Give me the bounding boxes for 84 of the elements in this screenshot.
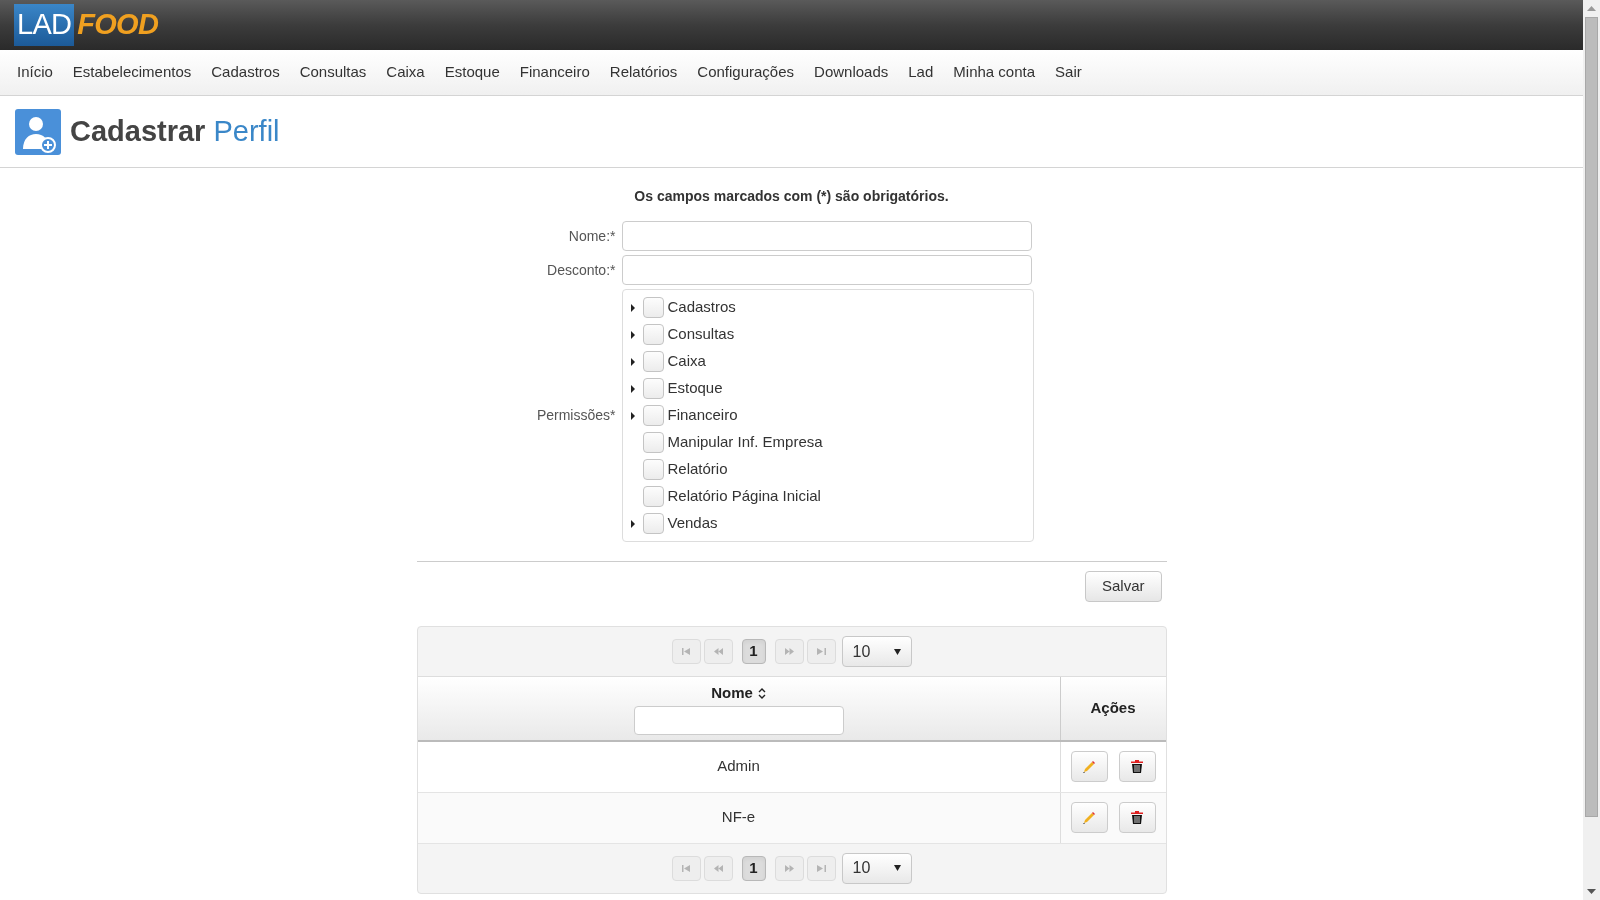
delete-button[interactable] bbox=[1118, 751, 1156, 782]
nav-link[interactable]: Estoque bbox=[434, 61, 510, 84]
first-page-icon bbox=[681, 864, 691, 872]
pencil-icon bbox=[1082, 810, 1096, 825]
checkbox[interactable] bbox=[642, 378, 664, 399]
filter-input[interactable] bbox=[633, 705, 844, 735]
permission-label: Cadastros bbox=[667, 297, 736, 318]
edit-button[interactable] bbox=[1070, 751, 1108, 782]
scrollbar-thumb[interactable] bbox=[1585, 17, 1598, 817]
nav-link[interactable]: Minha conta bbox=[943, 61, 1046, 84]
checkbox[interactable] bbox=[642, 432, 664, 453]
field-label: Desconto:* bbox=[546, 260, 617, 280]
previous-page-icon bbox=[713, 648, 723, 655]
nav-link[interactable]: Lad bbox=[898, 61, 944, 84]
first-page-button[interactable] bbox=[671, 639, 701, 664]
dropdown-caret-icon bbox=[893, 865, 901, 871]
permission-label: Financeiro bbox=[667, 405, 738, 426]
last-page-button[interactable] bbox=[806, 855, 836, 881]
checkbox[interactable] bbox=[642, 324, 664, 345]
previous-page-icon bbox=[713, 864, 723, 872]
trash-icon bbox=[1131, 760, 1143, 773]
expand-arrow-icon[interactable] bbox=[630, 357, 635, 366]
delete-button[interactable] bbox=[1118, 802, 1156, 833]
next-page-icon bbox=[784, 648, 794, 655]
permission-label: Estoque bbox=[667, 378, 723, 399]
checkbox[interactable] bbox=[642, 297, 664, 318]
page-size-select[interactable]: 10 bbox=[841, 636, 912, 667]
nav-link[interactable]: Sair bbox=[1045, 61, 1092, 84]
table-cell-text: Admin bbox=[717, 756, 760, 777]
nav-link[interactable]: Cadastros bbox=[201, 61, 290, 84]
permission-label: Vendas bbox=[667, 513, 718, 534]
checkbox[interactable] bbox=[642, 459, 664, 480]
column-header[interactable]: Nome bbox=[711, 682, 753, 705]
nav-link[interactable]: Financeiro bbox=[509, 61, 600, 84]
nav-link[interactable]: Configurações bbox=[687, 61, 805, 84]
checkbox[interactable] bbox=[642, 486, 664, 507]
page-button[interactable]: 1 bbox=[741, 855, 766, 881]
permission-label: Relatório bbox=[667, 459, 728, 480]
column-header: Ações bbox=[1090, 698, 1136, 718]
last-page-icon bbox=[816, 648, 826, 655]
next-page-icon bbox=[784, 864, 794, 872]
sort-icon[interactable] bbox=[757, 687, 766, 699]
user-add-icon bbox=[15, 108, 61, 155]
checkbox[interactable] bbox=[642, 513, 664, 534]
previous-page-button[interactable] bbox=[703, 639, 733, 664]
next-page-button[interactable] bbox=[774, 639, 804, 664]
first-page-icon bbox=[681, 648, 691, 655]
logo[interactable]: LAD FOOD bbox=[14, 4, 159, 46]
expand-arrow-icon[interactable] bbox=[630, 519, 635, 528]
nav-link[interactable]: Estabelecimentos bbox=[62, 61, 202, 84]
checkbox[interactable] bbox=[642, 351, 664, 372]
first-page-button[interactable] bbox=[671, 855, 701, 881]
field-label: Nome:* bbox=[567, 226, 617, 246]
last-page-icon bbox=[816, 864, 826, 872]
nav-link[interactable]: Downloads bbox=[804, 61, 899, 84]
last-page-button[interactable] bbox=[806, 639, 836, 664]
nav-link[interactable]: Relatórios bbox=[599, 61, 688, 84]
page-button[interactable]: 1 bbox=[741, 639, 766, 664]
expand-arrow-icon[interactable] bbox=[630, 384, 635, 393]
required-fields-notice: Os campos marcados com (*) são obrigatórios. bbox=[633, 187, 950, 206]
permission-label: Consultas bbox=[667, 324, 735, 345]
permission-label: Relatório Página Inicial bbox=[667, 486, 821, 507]
permission-label: Manipular Inf. Empresa bbox=[667, 432, 823, 453]
text-input[interactable] bbox=[621, 221, 1032, 251]
checkbox[interactable] bbox=[642, 405, 664, 426]
save-button[interactable]: Salvar bbox=[1084, 571, 1162, 602]
previous-page-button[interactable] bbox=[703, 855, 733, 881]
page-size-select[interactable]: 10 bbox=[841, 852, 912, 884]
next-page-button[interactable] bbox=[774, 855, 804, 881]
expand-arrow-icon[interactable] bbox=[630, 303, 635, 312]
nav-link[interactable]: Consultas bbox=[289, 61, 377, 84]
permission-label: Caixa bbox=[667, 351, 706, 372]
nav-link[interactable]: Início bbox=[7, 61, 63, 84]
expand-arrow-icon[interactable] bbox=[630, 330, 635, 339]
expand-arrow-icon[interactable] bbox=[630, 411, 635, 420]
field-label: Permissões* bbox=[535, 406, 617, 425]
nav-link[interactable]: Caixa bbox=[376, 61, 435, 84]
page-title: Cadastrar Perfil bbox=[70, 113, 280, 149]
trash-icon bbox=[1131, 811, 1143, 824]
pencil-icon bbox=[1082, 759, 1096, 774]
edit-button[interactable] bbox=[1070, 802, 1108, 833]
text-input[interactable] bbox=[621, 255, 1032, 285]
table-cell-text: NF-e bbox=[721, 807, 756, 828]
dropdown-caret-icon bbox=[893, 648, 901, 655]
